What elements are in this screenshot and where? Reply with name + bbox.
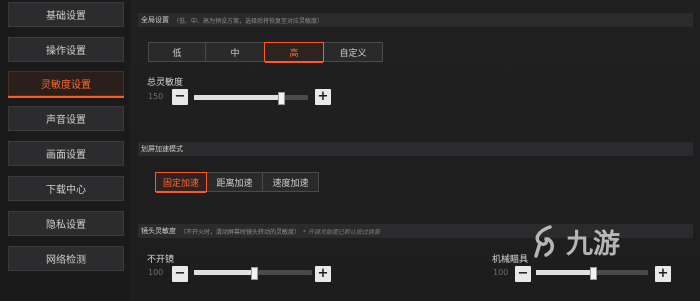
- swipe-accel-selector: 固定加速 距离加速 速度加速: [155, 172, 319, 193]
- overall-decrease-button[interactable]: −: [172, 89, 188, 105]
- iron-sight-increase-button[interactable]: +: [655, 266, 671, 282]
- overall-sensitivity-label: 总灵敏度: [147, 78, 184, 88]
- lens-sensitivity-note2: * 开镜灵敏度已默认按过换算: [303, 228, 380, 236]
- no-scope-slider-thumb[interactable]: [251, 267, 258, 280]
- lens-sensitivity-note: （不开火时，滑动屏幕时镜头转动的灵敏度）: [180, 228, 301, 236]
- jiuyou-logo-icon: [534, 224, 554, 258]
- global-settings-title: 全局设置: [141, 16, 169, 24]
- swipe-fixed-accel[interactable]: 固定加速: [155, 172, 207, 193]
- sidebar-item-basic[interactable]: 基础设置: [8, 2, 124, 27]
- sidebar-item-graphics[interactable]: 画面设置: [8, 141, 124, 166]
- preset-selector: 低 中 高 自定义: [148, 42, 383, 63]
- iron-sight-label: 机械瞄具: [492, 255, 529, 265]
- no-scope-slider-fill: [194, 270, 253, 275]
- no-scope-label: 不开镜: [147, 255, 175, 265]
- overall-sensitivity-value: 150: [148, 92, 164, 101]
- no-scope-slider[interactable]: [194, 267, 312, 280]
- sidebar-item-privacy[interactable]: 隐私设置: [8, 211, 124, 236]
- overall-slider-thumb[interactable]: [277, 92, 285, 105]
- iron-sight-slider-fill: [536, 270, 592, 275]
- overall-increase-button[interactable]: +: [315, 89, 331, 105]
- swipe-accel-title: 划屏加速模式: [141, 145, 183, 153]
- sidebar-item-controls[interactable]: 操作设置: [8, 37, 124, 62]
- sidebar-item-network[interactable]: 网络检测: [8, 246, 124, 271]
- overall-sensitivity-slider[interactable]: [194, 92, 308, 105]
- global-settings-header: 全局设置 （低、中、高为预设方案，选择后将恢复至对应灵敏度）: [138, 13, 693, 27]
- preset-low[interactable]: 低: [148, 42, 206, 62]
- preset-high[interactable]: 高: [264, 42, 324, 63]
- iron-sight-decrease-button[interactable]: −: [515, 266, 531, 282]
- global-settings-note: （低、中、高为预设方案，选择后将恢复至对应灵敏度）: [173, 17, 324, 25]
- watermark-text: 九游: [566, 229, 620, 260]
- sidebar-item-sensitivity[interactable]: 灵敏度设置: [8, 71, 124, 98]
- swipe-distance-accel[interactable]: 距离加速: [206, 172, 263, 192]
- iron-sight-slider[interactable]: [536, 267, 648, 280]
- swipe-speed-accel[interactable]: 速度加速: [262, 172, 319, 192]
- watermark-logo: 九游: [528, 222, 620, 261]
- swipe-accel-header: 划屏加速模式: [138, 142, 693, 156]
- preset-medium[interactable]: 中: [205, 42, 265, 62]
- iron-sight-slider-thumb[interactable]: [590, 267, 597, 280]
- overall-slider-fill: [194, 95, 280, 100]
- iron-sight-value: 100: [493, 268, 509, 277]
- settings-sidebar: 基础设置 操作设置 灵敏度设置 声音设置 画面设置 下载中心 隐私设置 网络检测: [0, 0, 130, 301]
- no-scope-increase-button[interactable]: +: [315, 266, 331, 282]
- preset-custom[interactable]: 自定义: [323, 42, 383, 62]
- sidebar-item-downloads[interactable]: 下载中心: [8, 176, 124, 201]
- sidebar-item-sound[interactable]: 声音设置: [8, 106, 124, 131]
- no-scope-decrease-button[interactable]: −: [172, 266, 188, 282]
- lens-sensitivity-title: 镜头灵敏度: [141, 227, 176, 235]
- no-scope-value: 100: [148, 268, 164, 277]
